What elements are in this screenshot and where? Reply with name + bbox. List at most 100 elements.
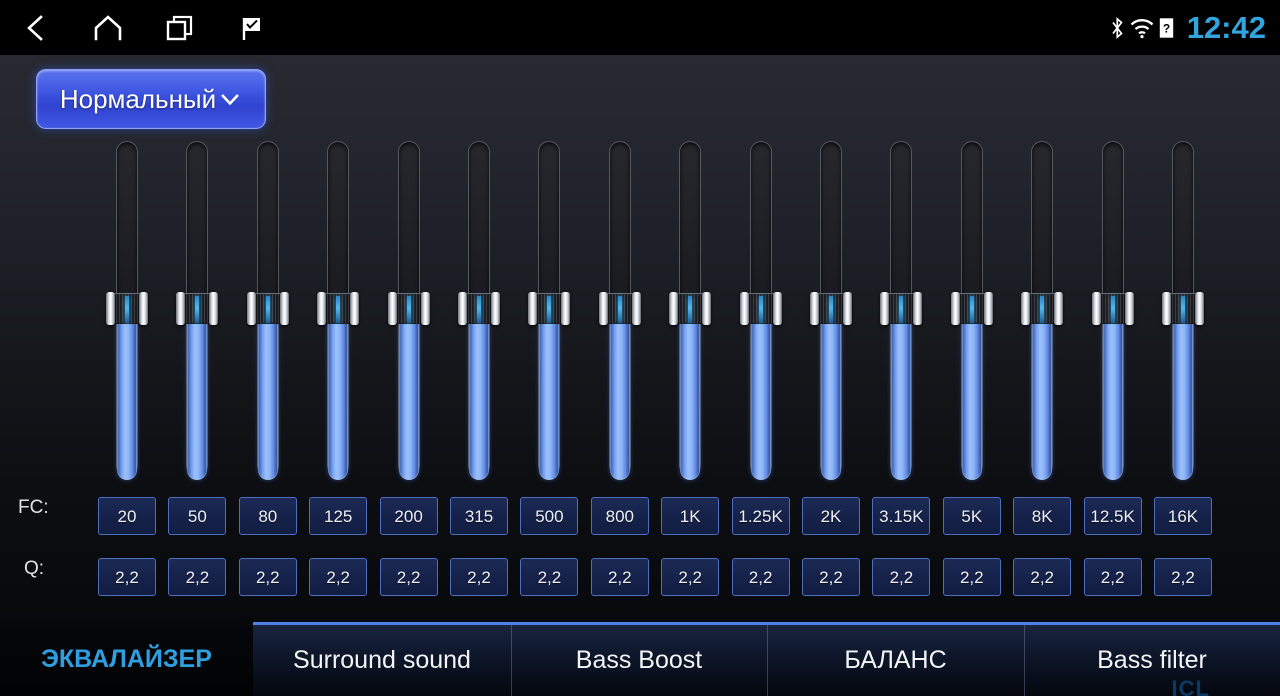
fc-chip-value: 5K xyxy=(961,506,983,526)
band-slider-2K[interactable] xyxy=(810,141,852,481)
fc-chip-0[interactable]: 20 xyxy=(98,497,156,535)
slider-thumb[interactable] xyxy=(528,292,571,325)
band-slider-16K[interactable] xyxy=(1162,141,1204,481)
q-chip-1[interactable]: 2,2 xyxy=(168,558,227,596)
slider-thumb-cap-right xyxy=(491,292,500,325)
q-chip-value: 2,2 xyxy=(748,567,773,587)
q-chip-value: 2,2 xyxy=(1100,567,1125,587)
tab-label: ЭКВАЛАЙЗЕР xyxy=(41,644,212,673)
home-icon[interactable] xyxy=(72,0,144,55)
band-slider-8K[interactable] xyxy=(1021,141,1064,481)
fc-chip-7[interactable]: 800 xyxy=(590,497,649,535)
fc-chip-1[interactable]: 50 xyxy=(168,497,227,535)
slider-thumb[interactable] xyxy=(387,292,430,325)
q-chip-13[interactable]: 2,2 xyxy=(1013,558,1072,596)
slider-thumb[interactable] xyxy=(669,292,712,325)
slider-thumb-grip xyxy=(1169,293,1197,324)
q-chip-5[interactable]: 2,2 xyxy=(450,558,508,596)
q-chip-8[interactable]: 2,2 xyxy=(661,558,720,596)
back-icon[interactable] xyxy=(0,0,72,55)
band-slider-1.25K[interactable] xyxy=(739,141,782,481)
q-chip-9[interactable]: 2,2 xyxy=(731,558,790,596)
preset-dropdown[interactable]: Нормальный xyxy=(36,69,266,129)
fc-chip-5[interactable]: 315 xyxy=(450,497,508,535)
slider-thumb[interactable] xyxy=(317,292,360,325)
band-slider-500[interactable] xyxy=(528,141,571,481)
band-slider-1K[interactable] xyxy=(669,141,712,481)
fc-chip-14[interactable]: 12.5K xyxy=(1083,497,1142,535)
band-slider-50[interactable] xyxy=(176,141,219,481)
q-chip-7[interactable]: 2,2 xyxy=(590,558,649,596)
band-slider-3.15K[interactable] xyxy=(880,141,923,481)
flag-icon[interactable] xyxy=(216,0,288,55)
q-chip-15[interactable]: 2,2 xyxy=(1154,558,1212,596)
fc-chip-11[interactable]: 3.15K xyxy=(872,497,931,535)
tab-2[interactable]: Bass Boost xyxy=(511,622,767,696)
slider-thumb[interactable] xyxy=(1021,292,1064,325)
fc-chip-6[interactable]: 500 xyxy=(520,497,579,535)
q-chip-2[interactable]: 2,2 xyxy=(238,558,297,596)
band-slider-200[interactable] xyxy=(387,141,430,481)
fc-chip-value: 80 xyxy=(258,506,278,526)
slider-thumb[interactable] xyxy=(598,292,641,325)
fc-chip-9[interactable]: 1.25K xyxy=(731,497,790,535)
fc-chip-15[interactable]: 16K xyxy=(1154,497,1212,535)
slider-thumb[interactable] xyxy=(950,292,993,325)
tab-divider xyxy=(511,625,512,696)
q-chip-10[interactable]: 2,2 xyxy=(802,558,860,596)
slider-fill xyxy=(469,312,489,480)
q-chip-6[interactable]: 2,2 xyxy=(520,558,579,596)
slider-thumb-cap-right xyxy=(702,292,712,325)
q-chip-12[interactable]: 2,2 xyxy=(942,558,1001,596)
fc-chip-value: 200 xyxy=(394,506,423,526)
slider-thumb-cap-left xyxy=(810,292,819,325)
recents-icon[interactable] xyxy=(144,0,216,55)
slider-thumb[interactable] xyxy=(1091,292,1134,325)
fc-chip-value: 1.25K xyxy=(738,506,783,526)
slider-fill xyxy=(1173,312,1193,480)
tab-1[interactable]: Surround sound xyxy=(253,622,511,696)
tab-3[interactable]: БАЛАНС xyxy=(767,622,1024,696)
band-slider-12.5K[interactable] xyxy=(1091,141,1134,481)
band-slider-800[interactable] xyxy=(598,141,641,481)
fc-chip-10[interactable]: 2K xyxy=(802,497,860,535)
slider-thumb-cap-right xyxy=(772,292,782,325)
band-slider-group xyxy=(0,141,1280,481)
band-slider-125[interactable] xyxy=(317,141,360,481)
slider-thumb-cap-left xyxy=(880,292,890,325)
tab-0[interactable]: ЭКВАЛАЙЗЕР xyxy=(0,622,253,696)
slider-thumb[interactable] xyxy=(246,292,289,325)
slider-thumb[interactable] xyxy=(1162,292,1204,325)
fc-chip-2[interactable]: 80 xyxy=(238,497,297,535)
q-chip-0[interactable]: 2,2 xyxy=(98,558,156,596)
svg-text:?: ? xyxy=(1163,21,1170,35)
slider-thumb[interactable] xyxy=(810,292,852,325)
watermark: ICL xyxy=(1171,676,1210,696)
fc-chip-8[interactable]: 1K xyxy=(661,497,720,535)
slider-thumb[interactable] xyxy=(880,292,923,325)
slider-thumb-grip xyxy=(1028,293,1057,324)
slider-thumb[interactable] xyxy=(176,292,219,325)
slider-thumb-cap-right xyxy=(1124,292,1134,325)
slider-thumb-cap-left xyxy=(598,292,608,325)
slider-thumb-cap-right xyxy=(561,292,571,325)
fc-chip-value: 12.5K xyxy=(1090,506,1135,526)
fc-chip-3[interactable]: 125 xyxy=(309,497,368,535)
q-chip-value: 2,2 xyxy=(1171,567,1195,587)
q-chip-3[interactable]: 2,2 xyxy=(309,558,368,596)
slider-thumb[interactable] xyxy=(458,292,500,325)
band-slider-20[interactable] xyxy=(106,141,148,481)
fc-chip-12[interactable]: 5K xyxy=(942,497,1001,535)
band-slider-315[interactable] xyxy=(458,141,500,481)
fc-chip-4[interactable]: 200 xyxy=(379,497,438,535)
band-slider-5K[interactable] xyxy=(950,141,993,481)
q-chip-11[interactable]: 2,2 xyxy=(872,558,931,596)
q-chip-value: 2,2 xyxy=(115,567,139,587)
q-chip-14[interactable]: 2,2 xyxy=(1083,558,1142,596)
fc-chip-13[interactable]: 8K xyxy=(1013,497,1072,535)
slider-thumb[interactable] xyxy=(106,292,148,325)
band-slider-80[interactable] xyxy=(246,141,289,481)
slider-thumb[interactable] xyxy=(739,292,782,325)
tab-4[interactable]: Bass filter xyxy=(1024,622,1280,696)
q-chip-4[interactable]: 2,2 xyxy=(379,558,438,596)
